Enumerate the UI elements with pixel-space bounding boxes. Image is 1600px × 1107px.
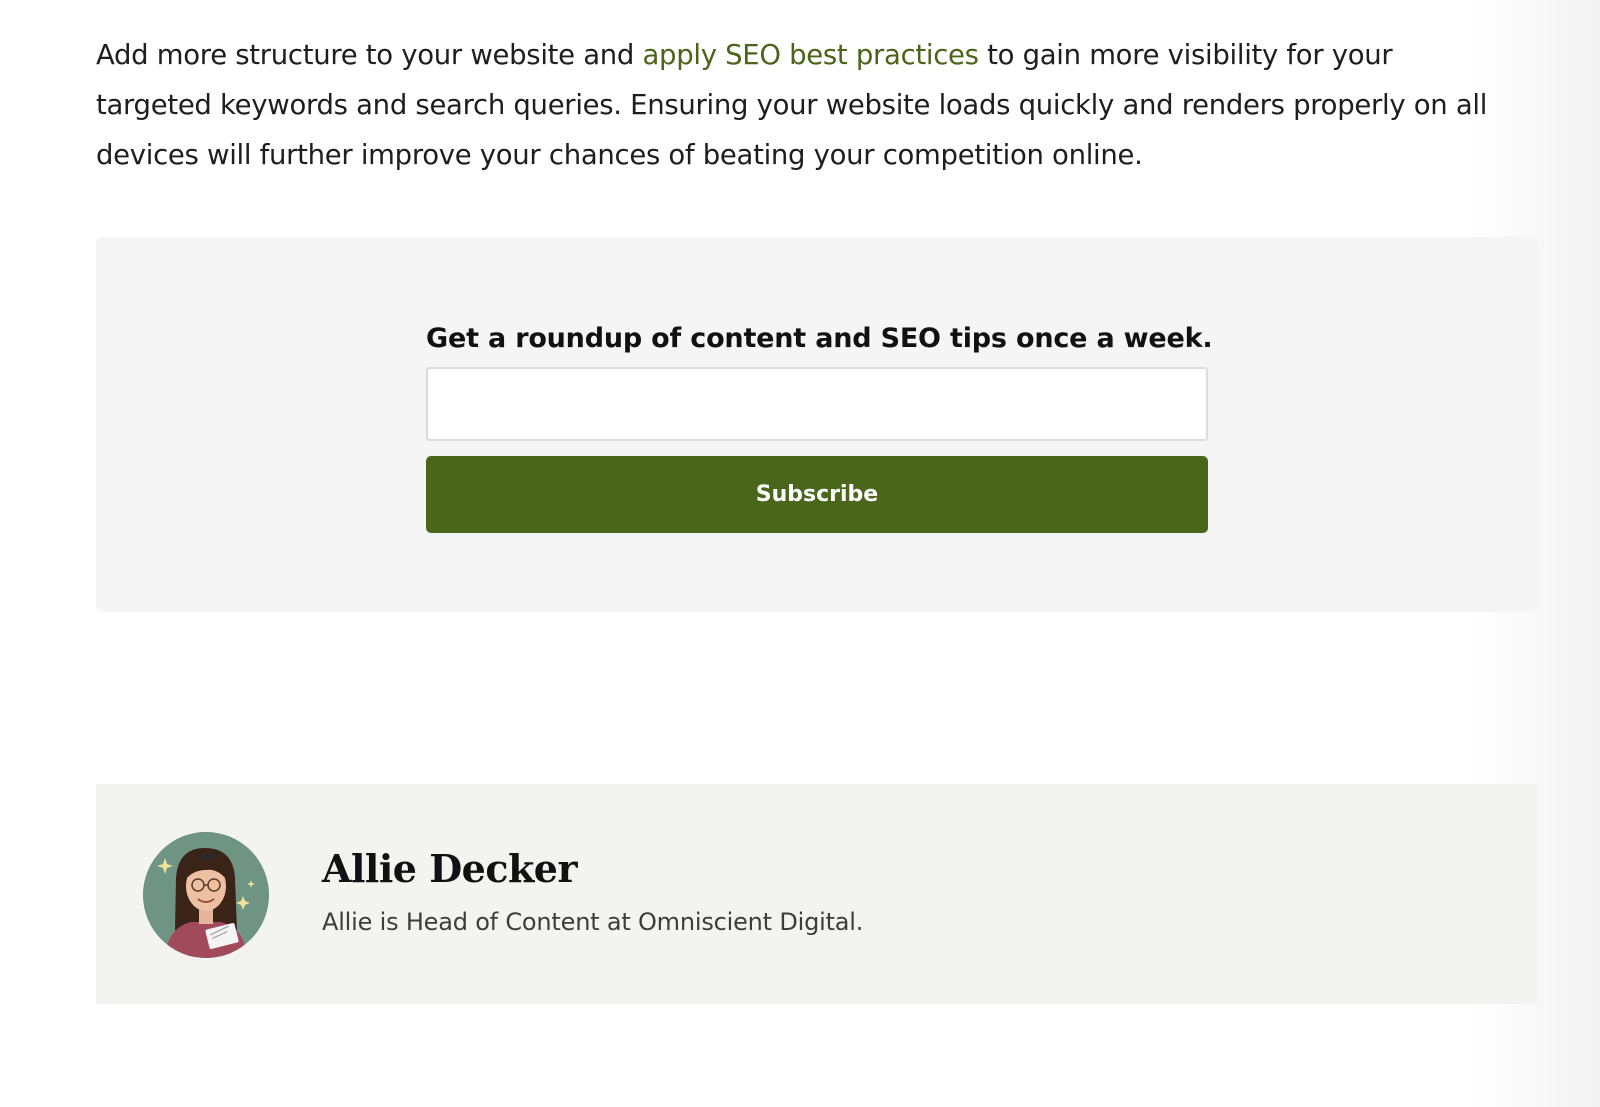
subscribe-button[interactable]: Subscribe [426,456,1208,533]
email-input[interactable] [426,367,1208,441]
seo-best-practices-link[interactable]: apply SEO best practices [642,39,979,71]
author-bio: Allie is Head of Content at Omniscient D… [322,908,864,936]
author-avatar [143,832,269,958]
newsletter-heading: Get a roundup of content and SEO tips on… [426,323,1213,354]
paragraph-text-start: Add more structure to your website and [96,39,643,71]
author-name: Allie Decker [322,846,578,891]
author-box: Allie Decker Allie is Head of Content at… [96,784,1538,1004]
article-paragraph: Add more structure to your website and a… [96,30,1516,180]
author-portrait-icon [143,832,269,958]
newsletter-signup: Get a roundup of content and SEO tips on… [96,237,1538,612]
